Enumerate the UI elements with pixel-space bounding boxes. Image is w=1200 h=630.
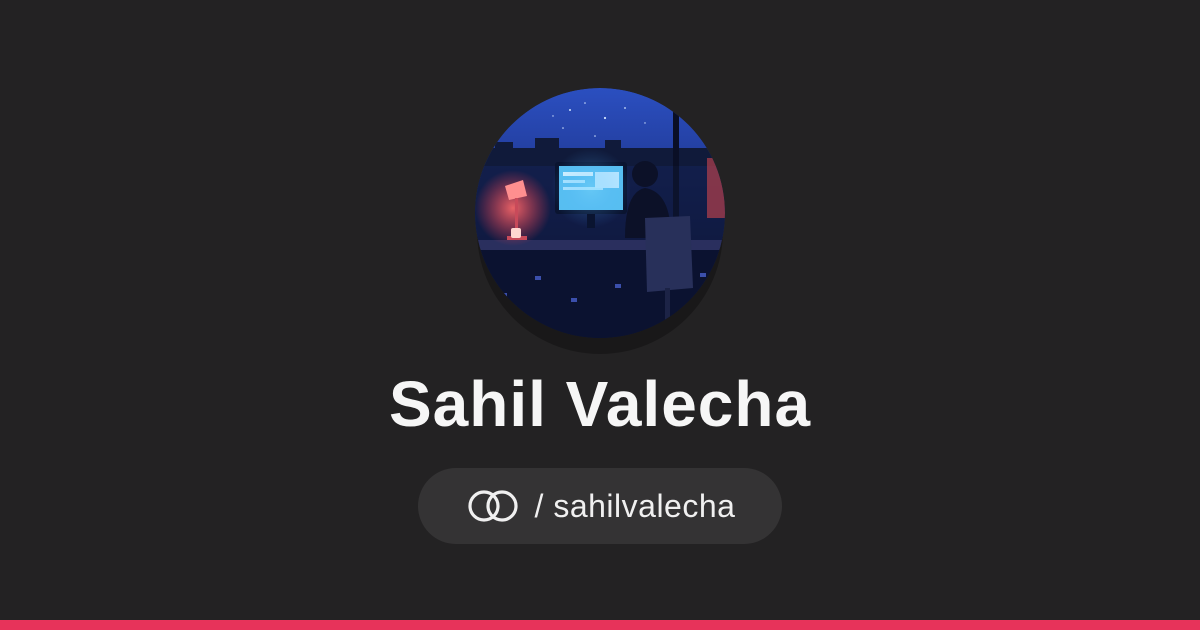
accent-bar xyxy=(0,620,1200,630)
avatar-container xyxy=(475,88,725,338)
avatar[interactable] xyxy=(475,88,725,338)
linked-rings-icon xyxy=(467,490,518,522)
profile-handle-link[interactable]: / sahilvalecha xyxy=(418,468,782,544)
profile-handle-text: / sahilvalecha xyxy=(534,488,736,524)
profile-card: Sahil Valecha / sahilvalecha xyxy=(0,0,1200,630)
profile-display-name: Sahil Valecha xyxy=(388,368,812,440)
